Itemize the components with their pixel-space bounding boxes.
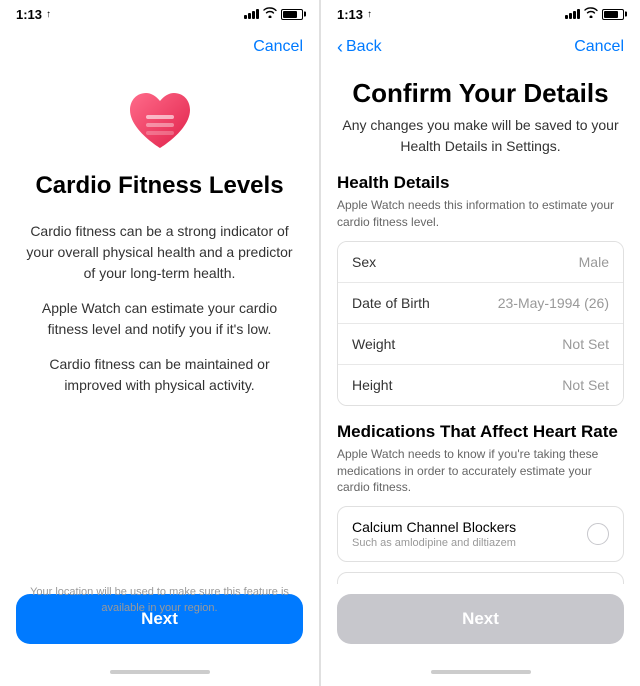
back-label: Back — [346, 38, 382, 56]
confirm-title: Confirm Your Details — [321, 66, 640, 115]
cancel-button-right[interactable]: Cancel — [574, 38, 624, 56]
left-para-3: Cardio fitness can be maintained or impr… — [24, 354, 295, 396]
status-bar-right: 1:13 ↑ — [321, 0, 640, 28]
medications-section: Medications That Affect Heart Rate Apple… — [321, 422, 640, 584]
table-row[interactable]: Sex Male — [338, 242, 623, 283]
right-main-content: Confirm Your Details Any changes you mak… — [321, 66, 640, 584]
table-row[interactable]: Height Not Set — [338, 365, 623, 405]
heart-icon — [124, 86, 196, 154]
location-notice: Your location will be used to make sure … — [0, 585, 319, 616]
height-value: Not Set — [562, 377, 609, 393]
weight-value: Not Set — [562, 336, 609, 352]
battery-icon-left — [281, 9, 303, 20]
cancel-button-left[interactable]: Cancel — [253, 38, 303, 56]
time-left: 1:13 — [16, 7, 42, 22]
weight-label: Weight — [352, 336, 395, 352]
medications-title: Medications That Affect Heart Rate — [321, 422, 640, 446]
home-indicator-right — [321, 664, 640, 686]
signal-icon-right — [565, 9, 580, 19]
nav-bar-right: ‹ Back Cancel — [321, 28, 640, 66]
wifi-icon-left — [263, 7, 277, 21]
next-button-right[interactable]: Next — [337, 594, 624, 644]
signal-icon-left — [244, 9, 259, 19]
health-section-title: Health Details — [321, 173, 640, 197]
status-bar-left: 1:13 ↑ — [0, 0, 319, 28]
location-arrow-right: ↑ — [367, 9, 372, 20]
left-body: Cardio fitness can be a strong indicator… — [24, 221, 295, 410]
back-button[interactable]: ‹ Back — [337, 38, 382, 56]
height-label: Height — [352, 377, 392, 393]
nav-bar-left: Cancel — [0, 28, 319, 66]
status-time-left: 1:13 ↑ — [16, 7, 51, 22]
status-icons-right — [565, 7, 624, 21]
health-details-table: Sex Male Date of Birth 23-May-1994 (26) … — [337, 241, 624, 406]
next-btn-container-right: Next — [321, 584, 640, 664]
medication-item-beta[interactable]: Beta Blockers Such as metoprolol, carved… — [337, 572, 624, 584]
status-icons-left — [244, 7, 303, 21]
table-row[interactable]: Weight Not Set — [338, 324, 623, 365]
confirm-subtitle: Any changes you make will be saved to yo… — [321, 115, 640, 173]
right-phone-screen: 1:13 ↑ ‹ Back — [320, 0, 640, 686]
status-time-right: 1:13 ↑ — [337, 7, 372, 22]
sex-value: Male — [579, 254, 609, 270]
dob-value: 23-May-1994 (26) — [498, 295, 609, 311]
medications-subtitle: Apple Watch needs to know if you're taki… — [321, 446, 640, 506]
location-arrow-left: ↑ — [46, 9, 51, 20]
calcium-desc: Such as amlodipine and diltiazem — [352, 537, 587, 549]
dob-label: Date of Birth — [352, 295, 430, 311]
calcium-name: Calcium Channel Blockers — [352, 519, 587, 535]
left-phone-screen: 1:13 ↑ Cancel — [0, 0, 320, 686]
left-main-content: Cardio Fitness Levels Cardio fitness can… — [0, 66, 319, 584]
battery-icon-right — [602, 9, 624, 20]
home-indicator-left — [0, 664, 319, 686]
medication-item-calcium[interactable]: Calcium Channel Blockers Such as amlodip… — [337, 506, 624, 562]
left-para-2: Apple Watch can estimate your cardio fit… — [24, 298, 295, 340]
wifi-icon-right — [584, 7, 598, 21]
time-right: 1:13 — [337, 7, 363, 22]
health-section-subtitle: Apple Watch needs this information to es… — [321, 197, 640, 241]
table-row[interactable]: Date of Birth 23-May-1994 (26) — [338, 283, 623, 324]
sex-label: Sex — [352, 254, 376, 270]
calcium-radio[interactable] — [587, 523, 609, 545]
left-para-1: Cardio fitness can be a strong indicator… — [24, 221, 295, 284]
left-title: Cardio Fitness Levels — [35, 172, 283, 201]
back-chevron-icon: ‹ — [337, 38, 343, 56]
